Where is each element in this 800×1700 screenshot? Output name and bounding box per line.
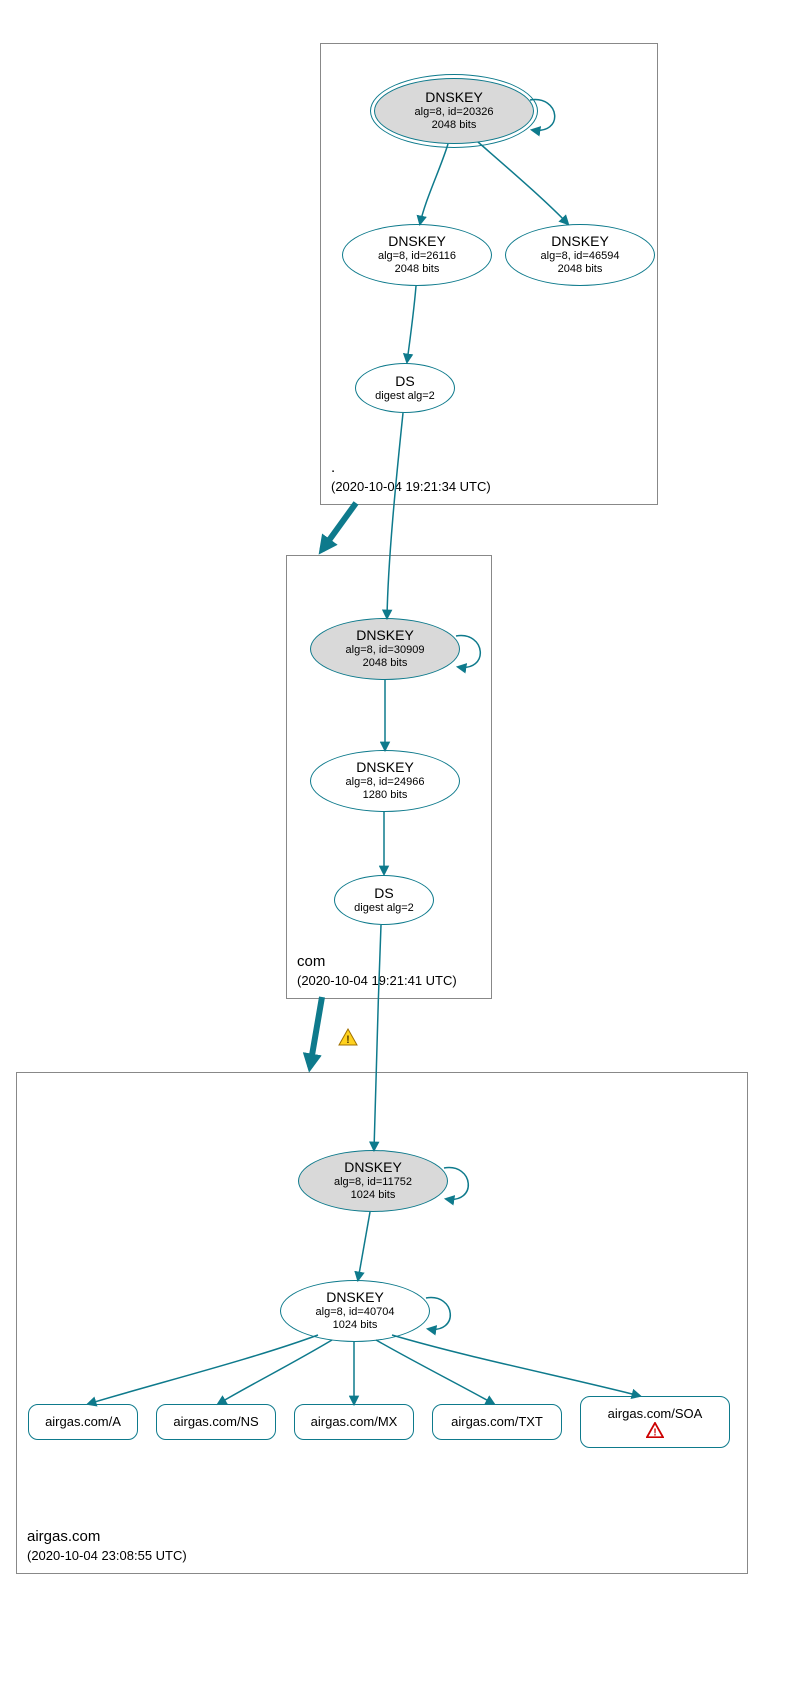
rr-ns-text: airgas.com/NS (173, 1414, 258, 1430)
root-ds-digest: digest alg=2 (375, 390, 435, 403)
com-zsk-title: DNSKEY (356, 759, 414, 776)
root-ksk-bits: 2048 bits (432, 119, 477, 132)
airgas-ksk-alg: alg=8, id=11752 (334, 1176, 412, 1189)
com-ds: DS digest alg=2 (334, 875, 434, 925)
com-ksk-title: DNSKEY (356, 627, 414, 644)
rr-a-text: airgas.com/A (45, 1414, 121, 1430)
root-extra-bits: 2048 bits (558, 263, 603, 276)
zone-airgas-label: airgas.com (2020-10-04 23:08:55 UTC) (27, 1526, 187, 1565)
com-zsk-alg: alg=8, id=24966 (346, 776, 425, 789)
warning-icon: ! (338, 1028, 358, 1046)
root-zsk-bits: 2048 bits (395, 263, 440, 276)
com-ds-digest: digest alg=2 (354, 902, 414, 915)
zone-root-label: . (2020-10-04 19:21:34 UTC) (331, 457, 491, 496)
root-ksk-alg: alg=8, id=20326 (415, 106, 494, 119)
airgas-ksk-bits: 1024 bits (351, 1189, 396, 1202)
rr-a: airgas.com/A (28, 1404, 138, 1440)
com-dnskey-zsk: DNSKEY alg=8, id=24966 1280 bits (310, 750, 460, 812)
zone-com-label: com (2020-10-04 19:21:41 UTC) (297, 951, 457, 990)
com-ksk-bits: 2048 bits (363, 657, 408, 670)
rr-mx-text: airgas.com/MX (311, 1414, 398, 1430)
root-ksk-title: DNSKEY (425, 89, 483, 106)
zone-airgas-name: airgas.com (27, 1526, 187, 1547)
airgas-zsk-title: DNSKEY (326, 1289, 384, 1306)
zone-airgas-ts: (2020-10-04 23:08:55 UTC) (27, 1547, 187, 1565)
rr-txt-text: airgas.com/TXT (451, 1414, 543, 1430)
zone-root-ts: (2020-10-04 19:21:34 UTC) (331, 478, 491, 496)
airgas-zsk-bits: 1024 bits (333, 1319, 378, 1332)
airgas-dnskey-ksk: DNSKEY alg=8, id=11752 1024 bits (298, 1150, 448, 1212)
airgas-zsk-alg: alg=8, id=40704 (316, 1306, 395, 1319)
root-ds: DS digest alg=2 (355, 363, 455, 413)
zone-com-ts: (2020-10-04 19:21:41 UTC) (297, 972, 457, 990)
root-extra-title: DNSKEY (551, 233, 609, 250)
svg-text:!: ! (346, 1034, 350, 1046)
zone-root-name: . (331, 457, 491, 478)
zone-com-name: com (297, 951, 457, 972)
com-ds-title: DS (374, 885, 393, 902)
rr-soa-text: airgas.com/SOA (608, 1406, 703, 1422)
root-dnskey-zsk: DNSKEY alg=8, id=26116 2048 bits (342, 224, 492, 286)
rr-mx: airgas.com/MX (294, 1404, 414, 1440)
rr-soa: airgas.com/SOA ! (580, 1396, 730, 1448)
rr-txt: airgas.com/TXT (432, 1404, 562, 1440)
com-dnskey-ksk: DNSKEY alg=8, id=30909 2048 bits (310, 618, 460, 680)
com-zsk-bits: 1280 bits (363, 789, 408, 802)
rr-ns: airgas.com/NS (156, 1404, 276, 1440)
airgas-ksk-title: DNSKEY (344, 1159, 402, 1176)
svg-text:!: ! (653, 1427, 656, 1438)
root-dnskey-extra: DNSKEY alg=8, id=46594 2048 bits (505, 224, 655, 286)
error-icon: ! (646, 1422, 664, 1438)
airgas-dnskey-zsk: DNSKEY alg=8, id=40704 1024 bits (280, 1280, 430, 1342)
root-ds-title: DS (395, 373, 414, 390)
root-zsk-alg: alg=8, id=26116 (378, 250, 456, 263)
com-ksk-alg: alg=8, id=30909 (346, 644, 425, 657)
root-extra-alg: alg=8, id=46594 (541, 250, 620, 263)
root-zsk-title: DNSKEY (388, 233, 446, 250)
root-dnskey-ksk: DNSKEY alg=8, id=20326 2048 bits (374, 78, 534, 144)
